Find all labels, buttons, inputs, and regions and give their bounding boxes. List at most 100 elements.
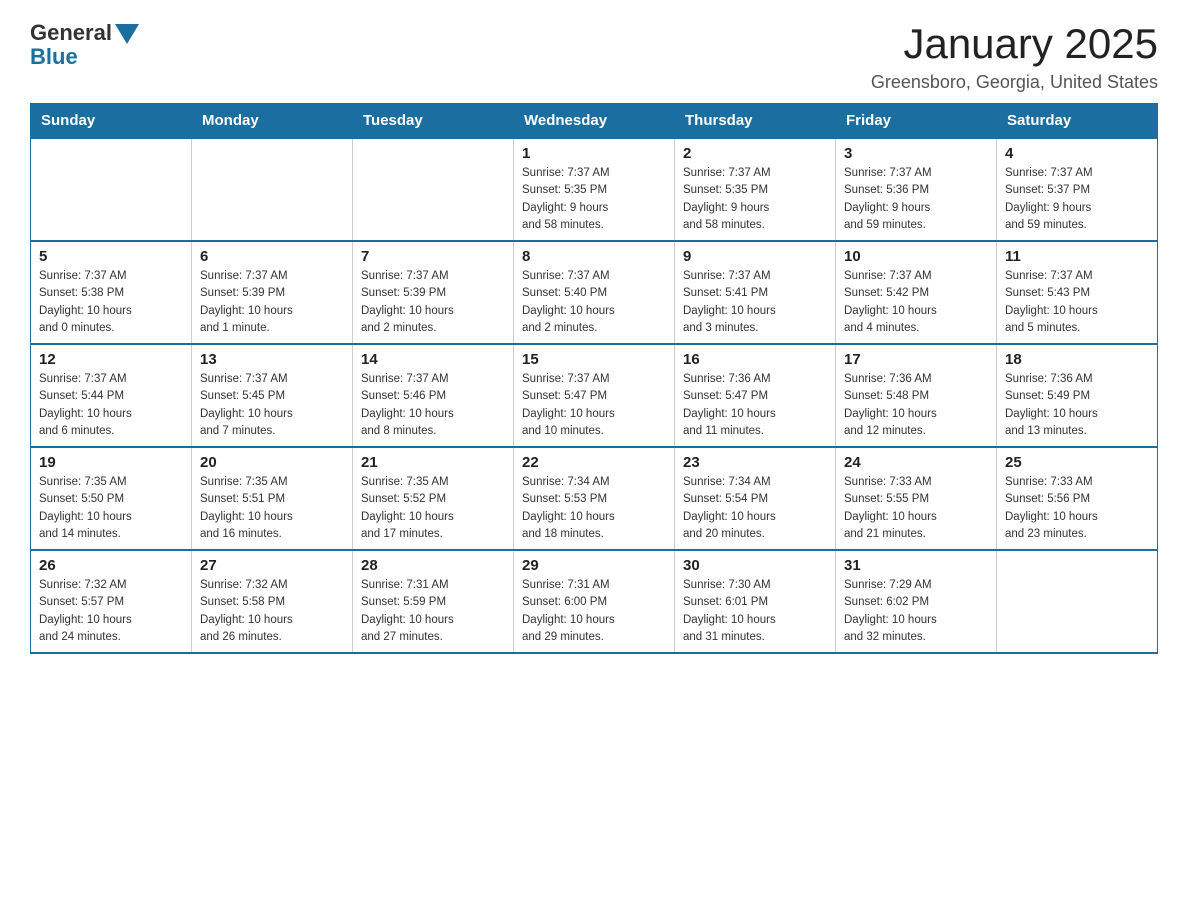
day-number: 25: [1005, 454, 1149, 471]
calendar-cell: 24 Sunrise: 7:33 AM Sunset: 5:55 PM Dayli…: [836, 447, 997, 550]
day-info: Sunrise: 7:37 AM Sunset: 5:41 PM Dayligh…: [683, 268, 827, 337]
logo: General Blue: [30, 20, 139, 70]
calendar-cell: 4 Sunrise: 7:37 AM Sunset: 5:37 PM Daylig…: [997, 138, 1158, 241]
day-info: Sunrise: 7:34 AM Sunset: 5:54 PM Dayligh…: [683, 474, 827, 543]
day-info: Sunrise: 7:36 AM Sunset: 5:48 PM Dayligh…: [844, 371, 988, 440]
calendar-cell: 20Sunrise: 7:35 AM Sunset: 5:51 PM Dayli…: [192, 447, 353, 550]
day-number: 26: [39, 557, 183, 574]
day-number: 14: [361, 351, 505, 368]
day-info: Sunrise: 7:35 AM Sunset: 5:52 PM Dayligh…: [361, 474, 505, 543]
day-number: 13: [200, 351, 344, 368]
day-number: 31: [844, 557, 988, 574]
day-number: 29: [522, 557, 666, 574]
day-number: 28: [361, 557, 505, 574]
day-number: 8: [522, 248, 666, 265]
day-info: Sunrise: 7:37 AM Sunset: 5:37 PM Dayligh…: [1005, 165, 1149, 234]
day-info: Sunrise: 7:37 AM Sunset: 5:39 PM Dayligh…: [361, 268, 505, 337]
week-row-3: 12 Sunrise: 7:37 AM Sunset: 5:44 PM Dayli…: [31, 344, 1158, 447]
calendar-cell: [997, 550, 1158, 653]
day-info: Sunrise: 7:37 AM Sunset: 5:36 PM Dayligh…: [844, 165, 988, 234]
logo-blue-text: Blue: [30, 44, 78, 70]
calendar-cell: 16 Sunrise: 7:36 AM Sunset: 5:47 PM Dayli…: [675, 344, 836, 447]
calendar-cell: 27 Sunrise: 7:32 AM Sunset: 5:58 PM Dayli…: [192, 550, 353, 653]
logo-triangle-icon: [115, 24, 139, 44]
column-header-wednesday: Wednesday: [514, 104, 675, 139]
calendar-cell: 10Sunrise: 7:37 AM Sunset: 5:42 PM Dayli…: [836, 241, 997, 344]
calendar-cell: 26 Sunrise: 7:32 AM Sunset: 5:57 PM Dayli…: [31, 550, 192, 653]
day-info: Sunrise: 7:37 AM Sunset: 5:46 PM Dayligh…: [361, 371, 505, 440]
column-header-monday: Monday: [192, 104, 353, 139]
day-number: 24: [844, 454, 988, 471]
day-number: 6: [200, 248, 344, 265]
column-header-saturday: Saturday: [997, 104, 1158, 139]
title-section: January 2025 Greensboro, Georgia, United…: [871, 20, 1158, 93]
main-title: January 2025: [871, 20, 1158, 68]
calendar-cell: 25 Sunrise: 7:33 AM Sunset: 5:56 PM Dayli…: [997, 447, 1158, 550]
day-number: 23: [683, 454, 827, 471]
calendar-cell: 11Sunrise: 7:37 AM Sunset: 5:43 PM Dayli…: [997, 241, 1158, 344]
day-number: 21: [361, 454, 505, 471]
day-number: 18: [1005, 351, 1149, 368]
page-header: General Blue January 2025 Greensboro, Ge…: [30, 20, 1158, 93]
day-info: Sunrise: 7:37 AM Sunset: 5:47 PM Dayligh…: [522, 371, 666, 440]
day-info: Sunrise: 7:30 AM Sunset: 6:01 PM Dayligh…: [683, 577, 827, 646]
calendar-cell: 31 Sunrise: 7:29 AM Sunset: 6:02 PM Dayli…: [836, 550, 997, 653]
calendar-cell: 28 Sunrise: 7:31 AM Sunset: 5:59 PM Dayli…: [353, 550, 514, 653]
calendar-cell: 17 Sunrise: 7:36 AM Sunset: 5:48 PM Dayli…: [836, 344, 997, 447]
logo-general-text: General: [30, 20, 112, 46]
day-number: 10: [844, 248, 988, 265]
week-row-2: 5Sunrise: 7:37 AM Sunset: 5:38 PM Daylig…: [31, 241, 1158, 344]
column-header-tuesday: Tuesday: [353, 104, 514, 139]
day-number: 27: [200, 557, 344, 574]
day-info: Sunrise: 7:34 AM Sunset: 5:53 PM Dayligh…: [522, 474, 666, 543]
day-info: Sunrise: 7:31 AM Sunset: 6:00 PM Dayligh…: [522, 577, 666, 646]
day-info: Sunrise: 7:33 AM Sunset: 5:55 PM Dayligh…: [844, 474, 988, 543]
column-header-thursday: Thursday: [675, 104, 836, 139]
day-number: 9: [683, 248, 827, 265]
day-info: Sunrise: 7:29 AM Sunset: 6:02 PM Dayligh…: [844, 577, 988, 646]
calendar-cell: 15 Sunrise: 7:37 AM Sunset: 5:47 PM Dayli…: [514, 344, 675, 447]
day-info: Sunrise: 7:32 AM Sunset: 5:58 PM Dayligh…: [200, 577, 344, 646]
week-row-4: 19Sunrise: 7:35 AM Sunset: 5:50 PM Dayli…: [31, 447, 1158, 550]
day-number: 22: [522, 454, 666, 471]
day-number: 1: [522, 145, 666, 162]
calendar-cell: 5Sunrise: 7:37 AM Sunset: 5:38 PM Daylig…: [31, 241, 192, 344]
day-number: 20: [200, 454, 344, 471]
calendar-cell: [353, 138, 514, 241]
calendar-cell: 18Sunrise: 7:36 AM Sunset: 5:49 PM Dayli…: [997, 344, 1158, 447]
day-info: Sunrise: 7:32 AM Sunset: 5:57 PM Dayligh…: [39, 577, 183, 646]
day-info: Sunrise: 7:37 AM Sunset: 5:35 PM Dayligh…: [522, 165, 666, 234]
day-number: 12: [39, 351, 183, 368]
day-number: 4: [1005, 145, 1149, 162]
day-info: Sunrise: 7:37 AM Sunset: 5:38 PM Dayligh…: [39, 268, 183, 337]
calendar-cell: 13Sunrise: 7:37 AM Sunset: 5:45 PM Dayli…: [192, 344, 353, 447]
day-number: 15: [522, 351, 666, 368]
day-number: 3: [844, 145, 988, 162]
calendar-cell: 23 Sunrise: 7:34 AM Sunset: 5:54 PM Dayli…: [675, 447, 836, 550]
calendar-cell: 8 Sunrise: 7:37 AM Sunset: 5:40 PM Daylig…: [514, 241, 675, 344]
day-number: 17: [844, 351, 988, 368]
calendar-cell: 19Sunrise: 7:35 AM Sunset: 5:50 PM Dayli…: [31, 447, 192, 550]
day-number: 16: [683, 351, 827, 368]
calendar-cell: 14 Sunrise: 7:37 AM Sunset: 5:46 PM Dayli…: [353, 344, 514, 447]
calendar-cell: 2Sunrise: 7:37 AM Sunset: 5:35 PM Daylig…: [675, 138, 836, 241]
calendar-cell: 1 Sunrise: 7:37 AM Sunset: 5:35 PM Daylig…: [514, 138, 675, 241]
calendar-cell: 6Sunrise: 7:37 AM Sunset: 5:39 PM Daylig…: [192, 241, 353, 344]
column-header-sunday: Sunday: [31, 104, 192, 139]
day-number: 30: [683, 557, 827, 574]
calendar-cell: 22 Sunrise: 7:34 AM Sunset: 5:53 PM Dayli…: [514, 447, 675, 550]
day-info: Sunrise: 7:31 AM Sunset: 5:59 PM Dayligh…: [361, 577, 505, 646]
header-row: SundayMondayTuesdayWednesdayThursdayFrid…: [31, 104, 1158, 139]
day-info: Sunrise: 7:33 AM Sunset: 5:56 PM Dayligh…: [1005, 474, 1149, 543]
day-info: Sunrise: 7:37 AM Sunset: 5:40 PM Dayligh…: [522, 268, 666, 337]
calendar-cell: 7Sunrise: 7:37 AM Sunset: 5:39 PM Daylig…: [353, 241, 514, 344]
calendar-cell: [192, 138, 353, 241]
subtitle: Greensboro, Georgia, United States: [871, 72, 1158, 93]
day-info: Sunrise: 7:36 AM Sunset: 5:47 PM Dayligh…: [683, 371, 827, 440]
week-row-1: 1 Sunrise: 7:37 AM Sunset: 5:35 PM Daylig…: [31, 138, 1158, 241]
day-info: Sunrise: 7:37 AM Sunset: 5:43 PM Dayligh…: [1005, 268, 1149, 337]
week-row-5: 26 Sunrise: 7:32 AM Sunset: 5:57 PM Dayli…: [31, 550, 1158, 653]
column-header-friday: Friday: [836, 104, 997, 139]
day-info: Sunrise: 7:37 AM Sunset: 5:44 PM Dayligh…: [39, 371, 183, 440]
calendar-table: SundayMondayTuesdayWednesdayThursdayFrid…: [30, 103, 1158, 654]
